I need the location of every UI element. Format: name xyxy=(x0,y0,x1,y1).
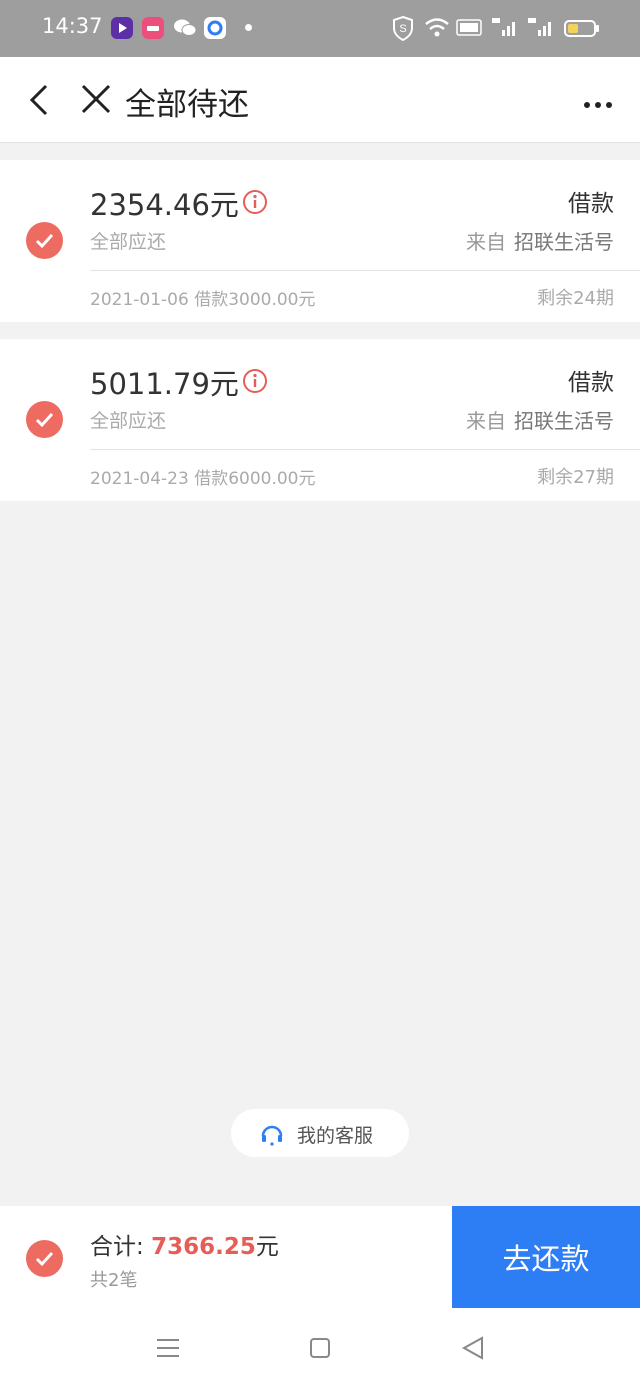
select-all-check-icon[interactable] xyxy=(26,1240,63,1277)
check-icon[interactable] xyxy=(26,401,63,438)
page-title: 全部待还 xyxy=(125,87,249,123)
footer-bar: 合计: 7366.25元 共2笔 去还款 xyxy=(0,1206,640,1308)
loan-source: 来自 招联生活号 xyxy=(466,405,614,434)
back-icon[interactable] xyxy=(24,81,54,123)
loan-card-2[interactable]: 5011.79元 借款 全部应还 来自 招联生活号 2021-04-23 借款60… xyxy=(0,339,640,501)
total-amount: 合计: 7366.25元 xyxy=(90,1227,279,1261)
info-icon[interactable] xyxy=(242,368,268,394)
system-nav-bar xyxy=(0,1308,640,1387)
home-icon[interactable] xyxy=(308,1335,332,1365)
loan-remaining: 剩余24期 xyxy=(537,288,614,309)
loan-subtitle: 全部应还 xyxy=(90,410,167,432)
wifi-icon xyxy=(424,14,450,42)
source-name: 招联生活号 xyxy=(514,409,614,433)
total-label: 合计: xyxy=(90,1234,152,1260)
wechat-icon xyxy=(173,17,197,39)
more-icon[interactable] xyxy=(582,95,614,114)
divider xyxy=(90,449,640,450)
loan-date-info: 2021-04-23 借款6000.00元 xyxy=(90,469,316,489)
nav-bar: 全部待还 xyxy=(0,57,640,143)
shield-icon: S xyxy=(392,14,414,42)
loan-amount: 5011.79元 xyxy=(90,367,239,401)
customer-service-label: 我的客服 xyxy=(297,1125,374,1147)
source-name: 招联生活号 xyxy=(514,230,614,254)
total-value: 7366.25 xyxy=(151,1234,256,1260)
repay-button[interactable]: 去还款 xyxy=(452,1206,640,1308)
video-app-icon xyxy=(111,17,133,39)
loan-card-1[interactable]: 2354.46元 借款 全部应还 来自 招联生活号 2021-01-06 借款30… xyxy=(0,160,640,322)
status-time: 14:37 xyxy=(42,14,103,38)
loan-type: 借款 xyxy=(568,191,614,217)
source-label: 来自 xyxy=(466,409,506,433)
browser-app-icon xyxy=(204,17,226,39)
hd-icon xyxy=(456,14,482,42)
menu-icon[interactable] xyxy=(155,1335,181,1365)
svg-text:S: S xyxy=(399,23,406,35)
battery-icon xyxy=(564,14,600,42)
signal-4g-icon-2 xyxy=(526,14,556,42)
total-count: 共2笔 xyxy=(90,1270,138,1291)
loan-remaining: 剩余27期 xyxy=(537,467,614,488)
loan-subtitle: 全部应还 xyxy=(90,231,167,253)
music-app-icon xyxy=(142,17,164,39)
close-icon[interactable] xyxy=(80,83,112,119)
customer-service-button[interactable]: 我的客服 xyxy=(231,1109,409,1157)
signal-4g-icon xyxy=(490,14,520,42)
source-label: 来自 xyxy=(466,230,506,254)
back-nav-icon[interactable] xyxy=(460,1335,486,1365)
loan-type: 借款 xyxy=(568,370,614,396)
loan-amount: 2354.46元 xyxy=(90,188,239,222)
headset-icon xyxy=(259,1121,285,1151)
total-unit: 元 xyxy=(255,1234,279,1260)
divider xyxy=(90,270,640,271)
notification-dot xyxy=(245,24,252,31)
check-icon[interactable] xyxy=(26,222,63,259)
loan-source: 来自 招联生活号 xyxy=(466,226,614,255)
info-icon[interactable] xyxy=(242,189,268,215)
loan-date-info: 2021-01-06 借款3000.00元 xyxy=(90,290,316,310)
status-bar: 14:37 S xyxy=(0,0,640,57)
